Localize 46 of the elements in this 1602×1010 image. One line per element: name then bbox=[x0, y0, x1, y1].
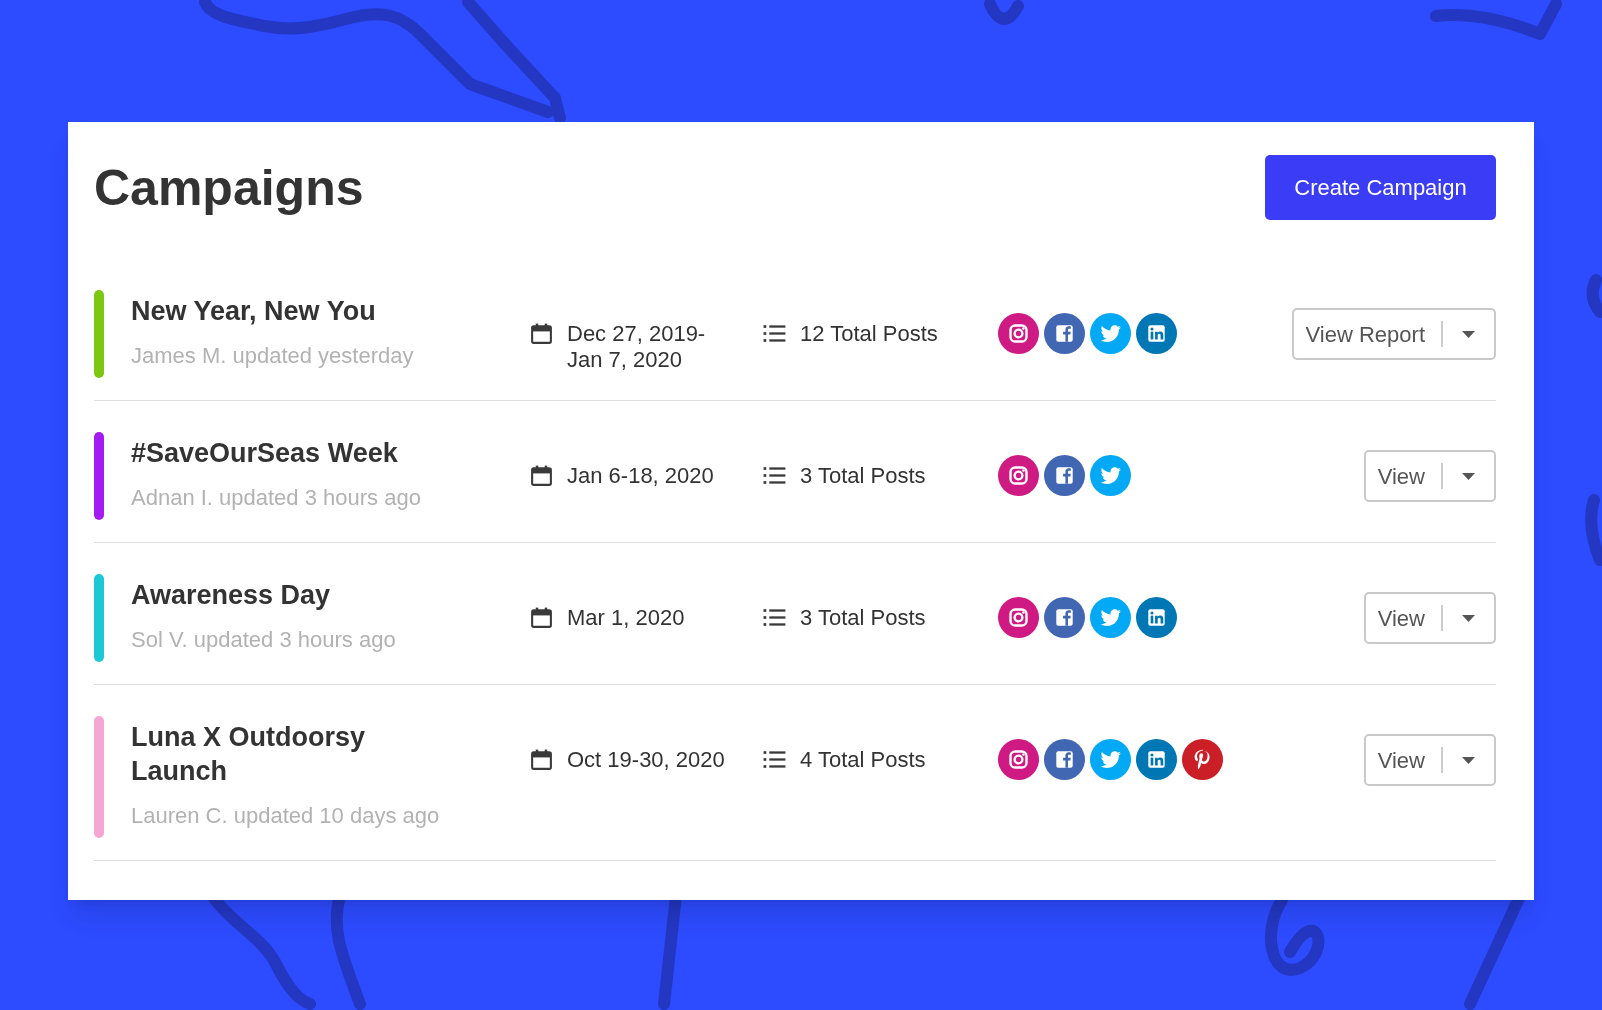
view-button[interactable]: View bbox=[1365, 594, 1441, 642]
view-button[interactable]: View Report bbox=[1293, 310, 1441, 358]
linkedin-icon bbox=[1136, 313, 1177, 354]
updated-note: Sol V. updated 3 hours ago bbox=[131, 626, 396, 654]
create-campaign-button[interactable]: Create Campaign bbox=[1265, 155, 1496, 220]
caret-icon bbox=[1462, 614, 1475, 622]
date-range: Oct 19-30, 2020 bbox=[567, 747, 725, 773]
facebook-icon bbox=[1044, 455, 1085, 496]
post-count: 12 Total Posts bbox=[800, 321, 938, 347]
caret-icon bbox=[1462, 756, 1475, 764]
instagram-icon bbox=[998, 739, 1039, 780]
updated-note: Lauren C. updated 10 days ago bbox=[131, 802, 440, 830]
post-count: 4 Total Posts bbox=[800, 747, 926, 773]
twitter-icon bbox=[1090, 597, 1131, 638]
facebook-icon bbox=[1044, 739, 1085, 780]
caret-icon bbox=[1462, 472, 1475, 480]
campaign-title: #SaveOurSeas Week bbox=[131, 437, 398, 470]
instagram-icon bbox=[998, 313, 1039, 354]
campaign-title: Awareness Day bbox=[131, 579, 331, 612]
linkedin-icon bbox=[1136, 739, 1177, 780]
linkedin-icon bbox=[1136, 597, 1177, 638]
facebook-icon bbox=[1044, 313, 1085, 354]
facebook-icon bbox=[1044, 597, 1085, 638]
page-title: Campaigns bbox=[94, 158, 364, 218]
campaign-title: New Year, New You bbox=[131, 295, 376, 328]
caret-icon bbox=[1462, 330, 1475, 338]
view-button[interactable]: View bbox=[1365, 736, 1441, 784]
instagram-icon bbox=[998, 597, 1039, 638]
updated-note: James M. updated yesterday bbox=[131, 342, 414, 370]
twitter-icon bbox=[1090, 313, 1131, 354]
calendar-icon bbox=[529, 321, 554, 346]
post-count: 3 Total Posts bbox=[800, 605, 926, 631]
pinterest-icon bbox=[1182, 739, 1223, 780]
twitter-icon bbox=[1090, 455, 1131, 496]
post-count: 3 Total Posts bbox=[800, 463, 926, 489]
calendar-icon bbox=[529, 605, 554, 630]
date-range: Jan 6-18, 2020 bbox=[567, 463, 714, 489]
calendar-icon bbox=[529, 747, 554, 772]
twitter-icon bbox=[1090, 739, 1131, 780]
date-range: Mar 1, 2020 bbox=[567, 605, 685, 631]
campaign-title: Luna X Outdoorsy Launch bbox=[131, 721, 366, 788]
calendar-icon bbox=[529, 463, 554, 488]
updated-note: Adnan I. updated 3 hours ago bbox=[131, 484, 421, 512]
instagram-icon bbox=[998, 455, 1039, 496]
date-range: Dec 27, 2019-Jan 7, 2020 bbox=[567, 321, 707, 373]
view-button[interactable]: View bbox=[1365, 452, 1441, 500]
